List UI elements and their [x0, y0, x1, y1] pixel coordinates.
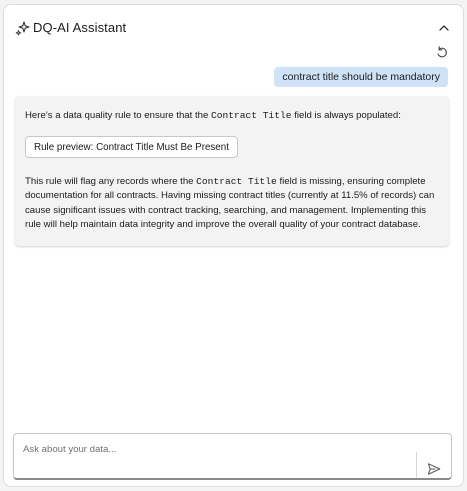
input-divider	[416, 452, 417, 478]
sparkle-icon	[15, 21, 30, 36]
chat-input[interactable]	[23, 444, 403, 468]
chat-input-box	[13, 433, 452, 480]
explain-text-before: This rule will flag any records where th…	[25, 175, 197, 187]
panel-header: DQ-AI Assistant	[4, 5, 463, 49]
chevron-up-icon[interactable]	[437, 21, 451, 35]
intro-text-after: field is always populated:	[291, 110, 401, 121]
undo-icon[interactable]	[435, 45, 449, 59]
panel-title: DQ-AI Assistant	[33, 20, 127, 35]
rule-preview-button[interactable]: Rule preview: Contract Title Must Be Pre…	[25, 135, 238, 158]
user-message: contract title should be mandatory	[274, 67, 448, 87]
assistant-message: Here’s a data quality rule to ensure tha…	[15, 96, 449, 246]
assistant-explanation: This rule will flag any records where th…	[25, 175, 439, 233]
explain-field-code: Contract Title	[196, 175, 277, 187]
send-icon[interactable]	[427, 462, 441, 476]
intro-field-code: Contract Title	[210, 110, 292, 121]
assistant-panel: DQ-AI Assistant contract title should be…	[3, 4, 464, 487]
intro-text-before: Here’s a data quality rule to ensure tha…	[25, 110, 211, 121]
assistant-intro: Here’s a data quality rule to ensure tha…	[25, 109, 439, 124]
